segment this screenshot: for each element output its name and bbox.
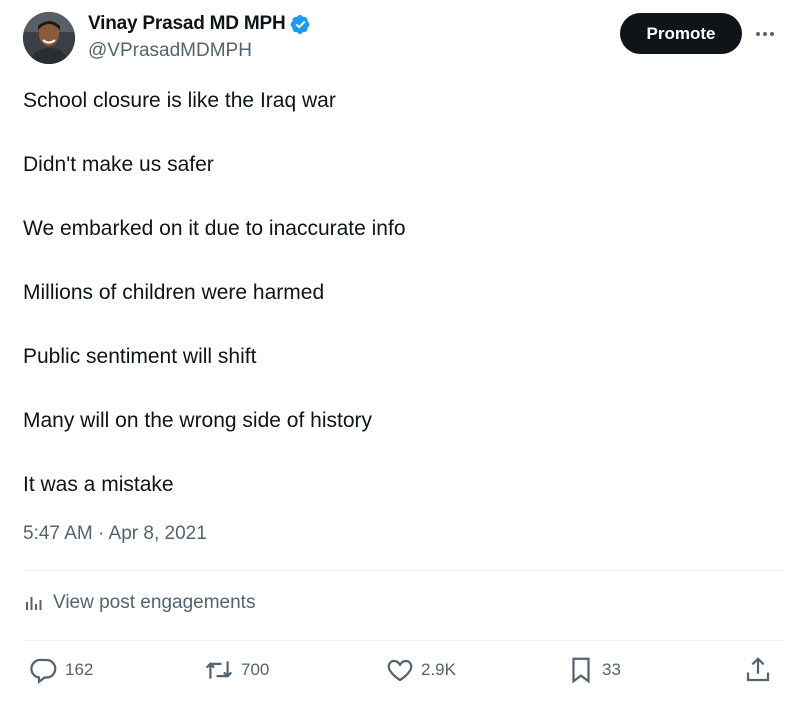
bookmark-button[interactable]: 33 — [566, 655, 621, 685]
author-handle[interactable]: @VPrasadMDMPH — [88, 40, 252, 62]
tweet-timestamp[interactable]: 5:47 AM · Apr 8, 2021 — [23, 523, 207, 545]
reply-count: 162 — [65, 660, 94, 679]
promote-button[interactable]: Promote — [620, 13, 742, 54]
tweet-text: School closure is like the Iraq war Didn… — [23, 88, 783, 536]
view-engagements-label: View post engagements — [53, 592, 256, 613]
tweet-line: Millions of children were harmed — [23, 281, 325, 304]
reply-button[interactable]: 162 — [29, 655, 93, 685]
view-engagements-link[interactable]: View post engagements — [23, 592, 255, 614]
divider — [23, 640, 784, 641]
tweet-line: Public sentiment will shift — [23, 345, 257, 368]
tweet-line: Didn't make us safer — [23, 153, 214, 176]
avatar[interactable] — [23, 12, 75, 64]
bookmark-count: 33 — [602, 660, 621, 679]
more-horizontal-icon[interactable] — [752, 21, 778, 47]
heart-icon — [387, 659, 413, 682]
tweet-line: School closure is like the Iraq war — [23, 89, 336, 112]
repost-count: 700 — [241, 660, 270, 679]
tweet: Vinay Prasad MD MPH @VPrasadMDMPH Promot… — [0, 0, 806, 714]
share-icon — [746, 657, 770, 682]
reply-icon — [30, 658, 57, 685]
author-name-row: Vinay Prasad MD MPH — [88, 13, 311, 35]
author-name[interactable]: Vinay Prasad MD MPH — [88, 13, 286, 35]
tweet-line: It was a mistake — [23, 473, 174, 496]
tweet-line: Many will on the wrong side of history — [23, 409, 372, 432]
bookmark-icon — [572, 657, 590, 684]
repost-button[interactable]: 700 — [203, 655, 269, 685]
like-count: 2.9K — [421, 660, 456, 679]
repost-icon — [205, 661, 233, 679]
divider — [23, 570, 784, 571]
avatar-image — [23, 12, 75, 64]
analytics-bars-icon — [26, 597, 42, 610]
tweet-line: We embarked on it due to inaccurate info — [23, 217, 406, 240]
verified-badge-icon — [290, 14, 311, 35]
like-button[interactable]: 2.9K — [385, 655, 456, 685]
action-bar: 162 700 2.9K 33 — [23, 655, 783, 691]
share-button[interactable] — [743, 655, 779, 685]
